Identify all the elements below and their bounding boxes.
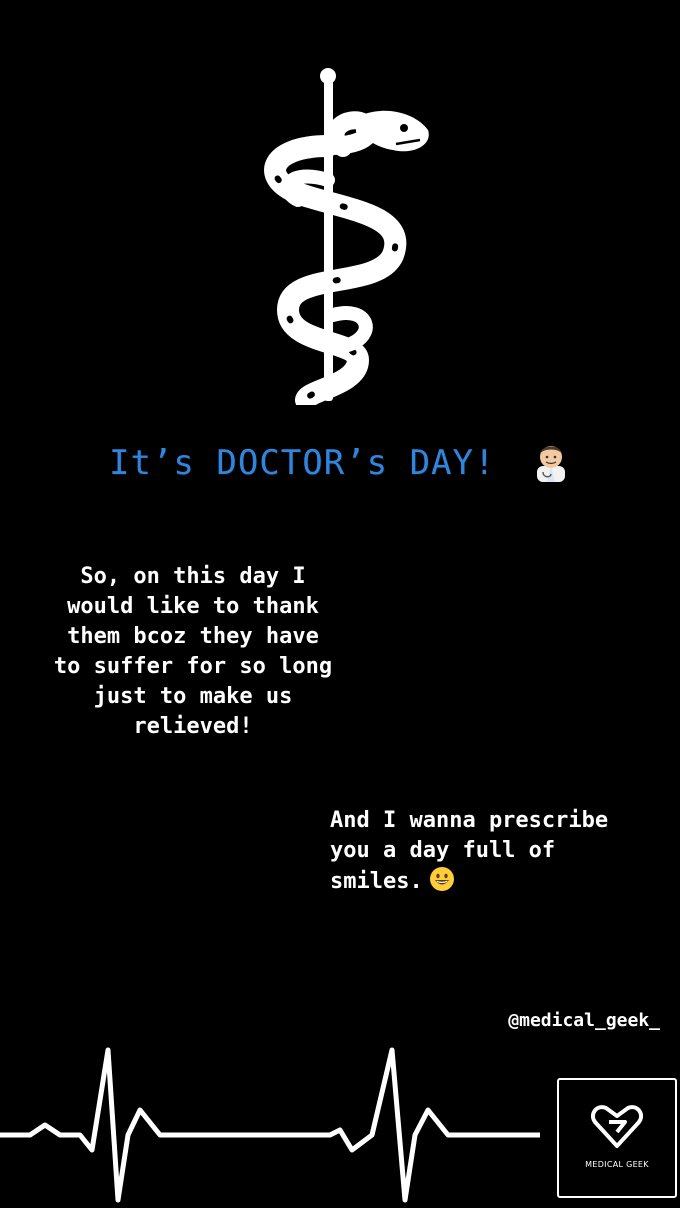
story-title: It’s DOCTOR’s DAY!	[0, 438, 680, 491]
logo-text: MEDICAL GEEK	[585, 1160, 649, 1169]
medical-geek-logo: MEDICAL GEEK	[557, 1078, 677, 1198]
grinning-face-emoji	[429, 866, 455, 901]
title-text: It’s DOCTOR’s DAY!	[109, 443, 496, 483]
ecg-heartbeat-line	[0, 1047, 540, 1203]
man-health-worker-emoji	[531, 438, 571, 491]
thank-you-message: So, on this day I would like to thank th…	[53, 564, 333, 739]
prescribe-message: And I wanna prescribe you a day full of …	[330, 806, 670, 901]
prescribe-message-text: And I wanna prescribe you a day full of …	[330, 808, 609, 894]
heart-g-logo-icon	[591, 1105, 643, 1148]
username-handle: @medical_geek_	[508, 1010, 660, 1031]
rod-of-asclepius-icon	[264, 68, 429, 405]
